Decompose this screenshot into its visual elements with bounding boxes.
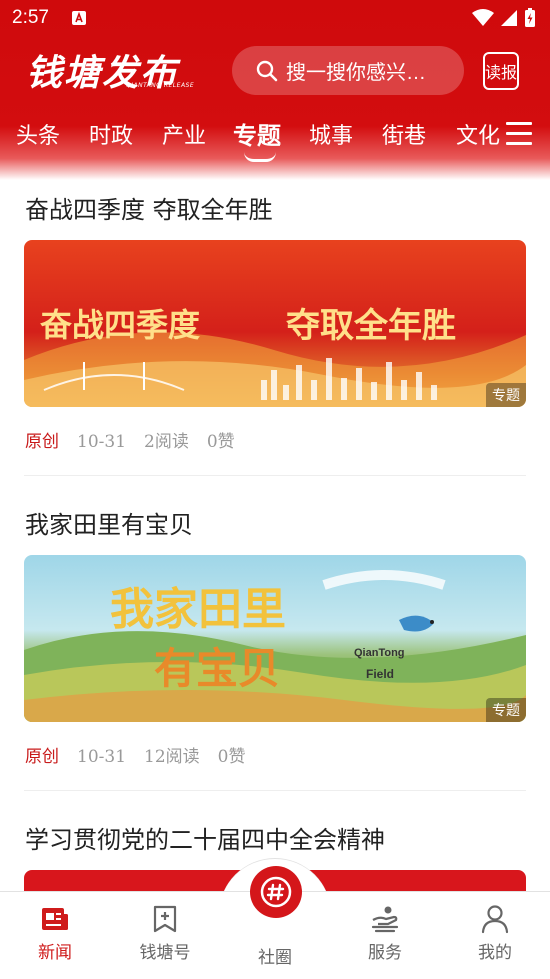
wifi-icon <box>472 9 494 26</box>
image-badge-2: Field <box>366 667 395 681</box>
divider <box>24 790 526 791</box>
bookmark-plus-icon <box>153 905 177 933</box>
article-meta: 原创 10-31 2阅读 0赞 <box>25 427 253 452</box>
status-time: 2:57 <box>12 7 49 28</box>
search-bar[interactable]: 搜一搜你感兴… <box>232 46 464 95</box>
image-headline-1: 奋战四季度 <box>40 306 201 344</box>
read-count: 12阅读 <box>144 747 200 767</box>
image-badge-1: QianTong <box>354 647 405 659</box>
tab-industry[interactable]: 产业 <box>162 118 206 150</box>
divider <box>24 475 526 476</box>
search-placeholder: 搜一搜你感兴… <box>286 62 426 84</box>
article-date: 10-31 <box>77 747 127 767</box>
nav-label: 新闻 <box>38 943 72 963</box>
image-headline-2: 有宝贝 <box>154 644 281 693</box>
profile-icon <box>481 905 509 934</box>
image-headline-2: 夺取全年胜 <box>286 306 456 346</box>
article-title: 我家田里有宝贝 <box>25 511 193 539</box>
nav-community[interactable] <box>250 866 302 918</box>
battery-icon <box>525 8 535 27</box>
like-count: 0赞 <box>206 432 235 452</box>
article-meta: 原创 10-31 12阅读 0赞 <box>25 742 263 767</box>
search-icon <box>256 60 278 82</box>
tab-topics[interactable]: 专题 <box>233 116 281 151</box>
logo-subtext: QIANTANG RELEASE <box>126 82 195 89</box>
nav-label: 服务 <box>368 943 402 963</box>
service-icon <box>371 906 399 933</box>
source-label: 原创 <box>25 747 59 767</box>
article-title: 奋战四季度 夺取全年胜 <box>25 196 273 224</box>
tab-city[interactable]: 城事 <box>309 118 353 150</box>
app-logo: 钱塘发布 QIANTANG RELEASE <box>26 44 196 96</box>
news-icon <box>42 908 68 930</box>
tab-politics[interactable]: 时政 <box>89 118 133 150</box>
article-image: 我家田里 有宝贝 QianTong Field 专题 <box>24 555 526 722</box>
status-bar: 2:57 <box>0 0 550 38</box>
article-date: 10-31 <box>77 432 127 452</box>
nav-label: 我的 <box>478 943 512 963</box>
topic-badge: 专题 <box>486 383 526 407</box>
article-image: 奋战四季度 夺取全年胜 专题 <box>24 240 526 407</box>
tab-culture[interactable]: 文化 <box>456 118 500 150</box>
article-title: 学习贯彻党的二十届四中全会精神 <box>25 826 385 854</box>
read-newspaper-button[interactable]: 读报 <box>483 52 519 90</box>
category-tabs: 头条 时政 产业 专题 城事 街巷 文化 <box>0 110 500 162</box>
source-label: 原创 <box>25 432 59 452</box>
tab-streets[interactable]: 街巷 <box>382 118 426 150</box>
topic-badge: 专题 <box>486 698 526 722</box>
image-headline-1: 我家田里 <box>110 584 286 635</box>
like-count: 0赞 <box>217 747 246 767</box>
nav-label: 社圈 <box>258 948 292 968</box>
hashtag-icon <box>260 876 292 908</box>
active-tab-indicator <box>244 152 276 162</box>
signal-icon <box>501 10 517 26</box>
menu-icon[interactable] <box>506 122 532 148</box>
tab-headlines[interactable]: 头条 <box>16 118 60 150</box>
read-count: 2阅读 <box>144 432 189 452</box>
notification-a-icon <box>72 11 86 25</box>
nav-label: 钱塘号 <box>139 943 191 963</box>
app-header: 2:57 钱塘发布 QIANTANG RELEASE 搜一搜你感兴… 读报 头条… <box>0 0 550 180</box>
